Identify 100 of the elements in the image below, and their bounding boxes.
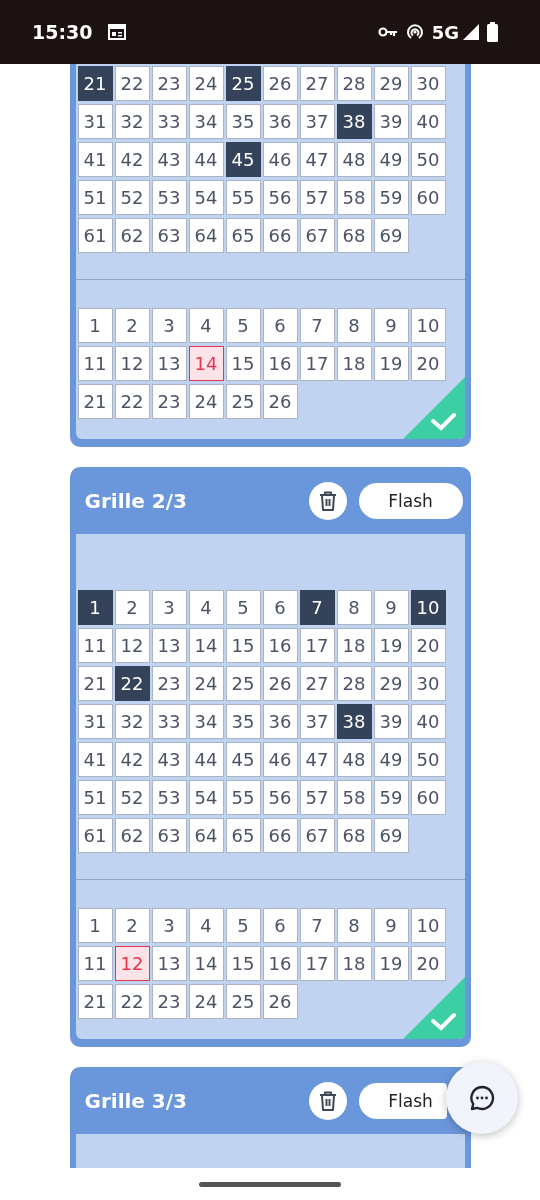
number-cell[interactable]: 67 — [299, 218, 335, 253]
number-cell[interactable]: 17 — [299, 628, 335, 663]
number-cell[interactable]: 7 — [299, 908, 335, 943]
number-cell[interactable]: 10 — [410, 308, 446, 343]
number-cell[interactable]: 10 — [410, 590, 446, 625]
number-cell[interactable]: 45 — [225, 142, 261, 177]
number-cell[interactable]: 36 — [262, 104, 298, 139]
number-cell[interactable]: 63 — [151, 218, 187, 253]
number-cell[interactable]: 35 — [225, 104, 261, 139]
number-cell[interactable]: 4 — [188, 308, 224, 343]
number-cell[interactable]: 24 — [188, 66, 224, 101]
chat-button[interactable] — [446, 1062, 518, 1134]
number-cell[interactable]: 42 — [114, 742, 150, 777]
number-cell[interactable]: 51 — [77, 780, 113, 815]
number-cell[interactable]: 28 — [336, 666, 372, 701]
number-cell[interactable]: 18 — [336, 346, 372, 381]
number-cell[interactable]: 34 — [188, 704, 224, 739]
number-cell[interactable]: 18 — [336, 946, 372, 981]
number-cell[interactable]: 29 — [373, 66, 409, 101]
number-cell[interactable]: 34 — [188, 104, 224, 139]
number-cell[interactable]: 16 — [262, 946, 298, 981]
number-cell[interactable]: 25 — [225, 984, 261, 1019]
number-cell[interactable]: 66 — [262, 818, 298, 853]
number-cell[interactable]: 2 — [114, 590, 150, 625]
number-cell[interactable]: 47 — [299, 742, 335, 777]
number-cell[interactable]: 56 — [262, 180, 298, 215]
number-cell[interactable]: 68 — [336, 218, 372, 253]
number-cell[interactable]: 51 — [77, 180, 113, 215]
number-cell[interactable]: 6 — [262, 590, 298, 625]
number-cell[interactable]: 8 — [336, 308, 372, 343]
number-cell[interactable]: 16 — [262, 346, 298, 381]
number-cell[interactable]: 3 — [151, 908, 187, 943]
number-cell[interactable]: 10 — [410, 908, 446, 943]
number-cell[interactable]: 17 — [299, 946, 335, 981]
number-cell[interactable]: 64 — [188, 218, 224, 253]
number-cell[interactable]: 16 — [262, 628, 298, 663]
number-cell[interactable]: 9 — [373, 308, 409, 343]
number-cell[interactable]: 31 — [77, 704, 113, 739]
number-cell[interactable]: 1 — [77, 308, 113, 343]
number-cell[interactable]: 60 — [410, 780, 446, 815]
number-cell[interactable]: 4 — [188, 908, 224, 943]
number-cell[interactable]: 22 — [114, 984, 150, 1019]
number-cell[interactable]: 62 — [114, 818, 150, 853]
number-cell[interactable]: 22 — [114, 384, 150, 419]
number-cell[interactable]: 49 — [373, 742, 409, 777]
number-cell[interactable]: 17 — [299, 346, 335, 381]
number-cell[interactable]: 23 — [151, 384, 187, 419]
number-cell[interactable]: 59 — [373, 780, 409, 815]
number-cell[interactable]: 55 — [225, 780, 261, 815]
home-indicator[interactable] — [199, 1181, 341, 1187]
number-cell[interactable]: 42 — [114, 142, 150, 177]
number-cell[interactable]: 61 — [77, 818, 113, 853]
number-cell[interactable]: 13 — [151, 346, 187, 381]
number-cell[interactable]: 25 — [225, 66, 261, 101]
number-cell[interactable]: 19 — [373, 628, 409, 663]
number-cell[interactable]: 22 — [114, 666, 150, 701]
flash-button[interactable]: Flash — [358, 1082, 447, 1119]
number-cell[interactable]: 46 — [262, 142, 298, 177]
number-cell[interactable]: 68 — [336, 818, 372, 853]
number-cell[interactable]: 26 — [262, 66, 298, 101]
number-cell[interactable]: 45 — [225, 742, 261, 777]
number-cell[interactable]: 26 — [262, 384, 298, 419]
number-cell[interactable]: 14 — [188, 628, 224, 663]
number-cell[interactable]: 3 — [151, 308, 187, 343]
number-cell[interactable]: 40 — [410, 104, 446, 139]
number-cell[interactable]: 58 — [336, 780, 372, 815]
number-cell[interactable]: 37 — [299, 704, 335, 739]
number-cell[interactable]: 6 — [262, 908, 298, 943]
number-cell[interactable]: 61 — [77, 218, 113, 253]
number-cell[interactable]: 12 — [114, 346, 150, 381]
number-cell[interactable]: 46 — [262, 742, 298, 777]
number-cell[interactable]: 41 — [77, 142, 113, 177]
number-cell[interactable]: 49 — [373, 142, 409, 177]
number-cell[interactable]: 9 — [373, 590, 409, 625]
number-cell[interactable]: 32 — [114, 104, 150, 139]
number-cell[interactable]: 30 — [410, 666, 446, 701]
number-cell[interactable]: 21 — [77, 666, 113, 701]
number-cell[interactable]: 7 — [299, 590, 335, 625]
number-cell[interactable]: 44 — [188, 142, 224, 177]
number-cell[interactable]: 8 — [336, 908, 372, 943]
number-cell[interactable]: 52 — [114, 780, 150, 815]
number-cell[interactable]: 23 — [151, 666, 187, 701]
number-cell[interactable]: 62 — [114, 218, 150, 253]
number-cell[interactable]: 21 — [77, 384, 113, 419]
delete-button[interactable] — [308, 1081, 347, 1120]
number-cell[interactable]: 53 — [151, 180, 187, 215]
flash-button[interactable]: Flash — [358, 482, 463, 519]
number-cell[interactable]: 23 — [151, 984, 187, 1019]
number-cell[interactable]: 38 — [336, 104, 372, 139]
number-cell[interactable]: 5 — [225, 308, 261, 343]
number-cell[interactable]: 23 — [151, 66, 187, 101]
number-cell[interactable]: 26 — [262, 984, 298, 1019]
number-cell[interactable]: 24 — [188, 384, 224, 419]
number-cell[interactable]: 56 — [262, 780, 298, 815]
number-cell[interactable]: 32 — [114, 704, 150, 739]
number-cell[interactable]: 26 — [262, 666, 298, 701]
number-cell[interactable]: 55 — [225, 180, 261, 215]
number-cell[interactable]: 9 — [373, 908, 409, 943]
number-cell[interactable]: 4 — [188, 590, 224, 625]
number-cell[interactable]: 19 — [373, 346, 409, 381]
